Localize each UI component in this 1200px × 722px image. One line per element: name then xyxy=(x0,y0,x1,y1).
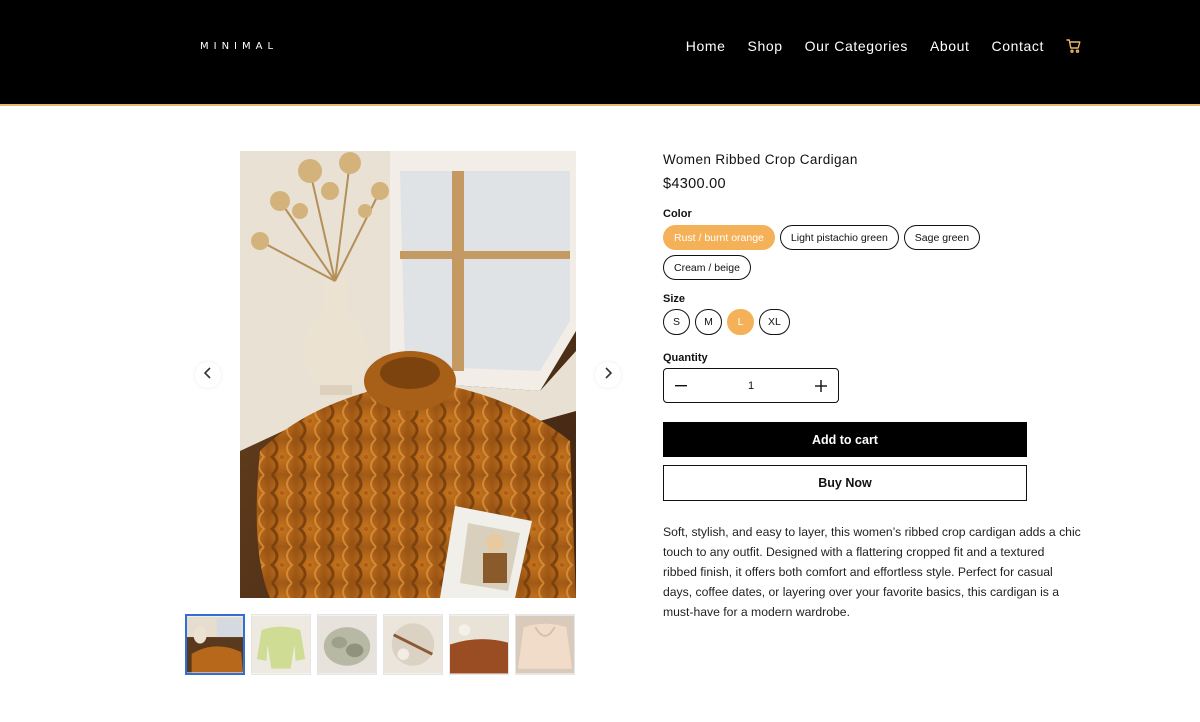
thumbnail-6[interactable] xyxy=(515,614,575,675)
thumbnail-3[interactable] xyxy=(317,614,377,675)
logo[interactable]: MINIMAL xyxy=(200,41,278,52)
color-label: Color xyxy=(663,208,692,220)
quantity-stepper xyxy=(663,368,839,403)
color-option-cream-beige[interactable]: Cream / beige xyxy=(663,255,751,280)
main-nav: Home Shop Our Categories About Contact xyxy=(686,38,1082,54)
color-option-rust[interactable]: Rust / burnt orange xyxy=(663,225,775,250)
nav-about[interactable]: About xyxy=(930,38,970,54)
quantity-input[interactable] xyxy=(726,379,776,392)
size-option-s[interactable]: S xyxy=(663,309,690,335)
buy-now-button[interactable]: Buy Now xyxy=(663,465,1027,501)
decrease-quantity-button[interactable] xyxy=(674,379,688,393)
thumbnail-1[interactable] xyxy=(185,614,245,675)
gallery-prev-button[interactable] xyxy=(195,362,221,388)
size-options: S M L XL xyxy=(663,309,1083,335)
add-to-cart-button[interactable]: Add to cart xyxy=(663,422,1027,457)
thumbnail-strip xyxy=(185,614,575,675)
thumbnail-4[interactable] xyxy=(383,614,443,675)
cart-icon[interactable] xyxy=(1066,38,1082,54)
nav-contact[interactable]: Contact xyxy=(992,38,1044,54)
size-option-m[interactable]: M xyxy=(695,309,722,335)
gallery-next-button[interactable] xyxy=(595,362,621,388)
size-option-xl[interactable]: XL xyxy=(759,309,790,335)
chevron-right-icon xyxy=(603,366,613,384)
size-label: Size xyxy=(663,293,686,305)
chevron-left-icon xyxy=(203,366,213,384)
size-option-l[interactable]: L xyxy=(727,309,754,335)
product-info: Women Ribbed Crop Cardigan $4300.00 Colo… xyxy=(663,152,1083,622)
product-title: Women Ribbed Crop Cardigan xyxy=(663,152,858,167)
color-option-light-pistachio-green[interactable]: Light pistachio green xyxy=(779,225,899,250)
thumbnail-5[interactable] xyxy=(449,614,509,675)
product-price: $4300.00 xyxy=(663,176,726,192)
increase-quantity-button[interactable] xyxy=(814,379,828,393)
nav-home[interactable]: Home xyxy=(686,38,726,54)
color-option-sage-green[interactable]: Sage green xyxy=(903,225,981,250)
product-main-image xyxy=(240,151,576,598)
product-description: Soft, stylish, and easy to layer, this w… xyxy=(663,525,1081,619)
nav-our-categories[interactable]: Our Categories xyxy=(805,38,908,54)
site-header: MINIMAL Home Shop Our Categories About C… xyxy=(0,0,1200,106)
quantity-label: Quantity xyxy=(663,352,708,364)
thumbnail-2[interactable] xyxy=(251,614,311,675)
nav-shop[interactable]: Shop xyxy=(748,38,783,54)
color-options: Rust / burnt orange Light pistachio gree… xyxy=(663,225,1023,280)
